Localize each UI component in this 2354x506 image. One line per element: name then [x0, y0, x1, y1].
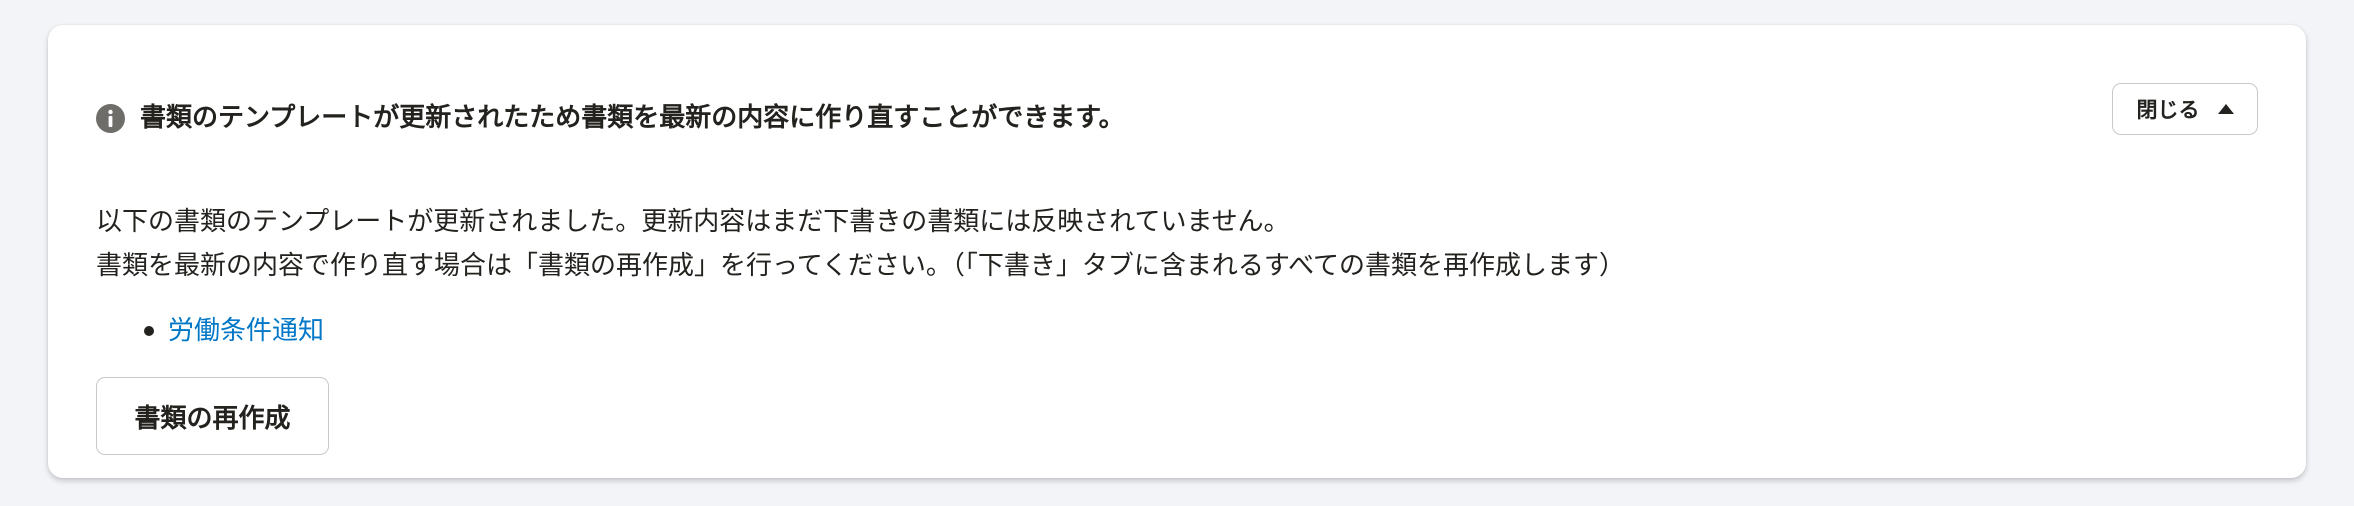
- notice-title: 書類のテンプレートが更新されたため書類を最新の内容に作り直すことができます。: [140, 103, 1125, 133]
- close-button-label: 閉じる: [2136, 98, 2200, 122]
- document-link[interactable]: 労働条件通知: [168, 309, 324, 353]
- close-button[interactable]: 閉じる: [2112, 83, 2258, 135]
- bullet: [144, 326, 154, 336]
- recreate-documents-button[interactable]: 書類の再作成: [96, 377, 329, 455]
- caret-up-icon: [2217, 104, 2234, 114]
- updated-document-list: 労働条件通知: [144, 309, 324, 353]
- notice-message: 以下の書類のテンプレートが更新されました。更新内容はまだ下書きの書類には反映され…: [96, 200, 2258, 288]
- list-item: 労働条件通知: [144, 309, 324, 353]
- message-line-1: 以下の書類のテンプレートが更新されました。更新内容はまだ下書きの書類には反映され…: [96, 207, 1290, 237]
- notice-header: 書類のテンプレートが更新されたため書類を最新の内容に作り直すことができます。 閉…: [96, 83, 2258, 153]
- template-update-notice: 書類のテンプレートが更新されたため書類を最新の内容に作り直すことができます。 閉…: [48, 25, 2306, 478]
- message-line-2: 書類を最新の内容で作り直す場合は「書類の再作成」を行ってください。（「下書き」タ…: [96, 251, 1626, 281]
- info-circle-icon: [96, 104, 125, 133]
